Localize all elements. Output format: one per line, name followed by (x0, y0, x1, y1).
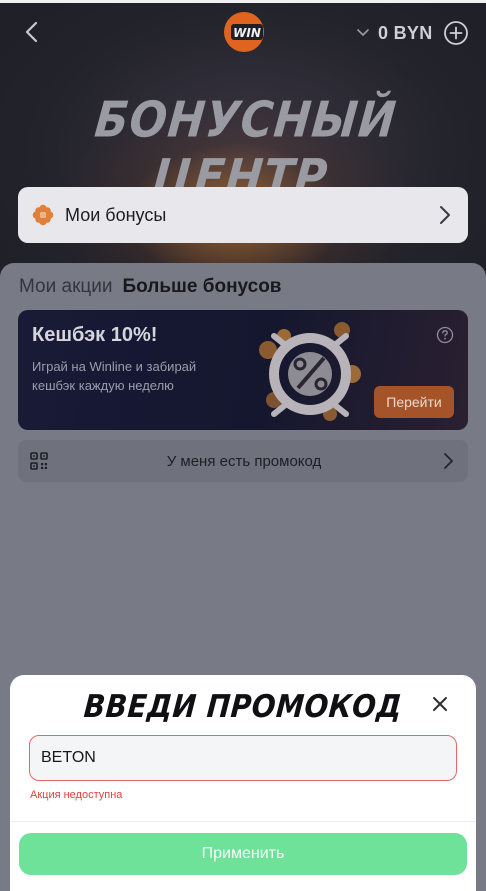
logo-text: WIN (233, 26, 261, 40)
promo-code-row-label: У меня есть промокод (166, 452, 322, 470)
promo-code-row[interactable]: У меня есть промокод (18, 440, 468, 482)
status-divider (0, 0, 486, 3)
balance-amount[interactable]: 0 BYN (378, 23, 433, 44)
error-message: Акция недоступна (30, 789, 123, 801)
go-button[interactable]: Перейти (374, 386, 454, 418)
tab-my-promotions[interactable]: Мои акции (19, 276, 113, 298)
winline-logo[interactable]: WIN (222, 10, 266, 54)
promo-code-input[interactable] (29, 735, 457, 781)
my-bonuses-label: Мои бонусы (65, 204, 167, 225)
tabs: Мои акции Больше бонусов (19, 276, 282, 298)
screen: WIN 0 BYN БОНУСНЫЙ ЦЕНТР Мои бонусы Мои … (0, 0, 486, 891)
question-circle-icon[interactable] (436, 326, 454, 344)
promo-card-description: Играй на Winline и забирай кешбэк каждую… (32, 359, 197, 393)
cashback-promo-card[interactable]: Кешбэк 10%! Играй на Winline и забирай к… (18, 310, 468, 430)
my-bonuses-button[interactable]: Мои бонусы (18, 187, 468, 243)
chevron-right-icon (440, 206, 450, 224)
chevron-left-icon[interactable] (18, 18, 46, 46)
balance-selector[interactable]: 0 BYN (356, 20, 469, 46)
promo-card-title: Кешбэк 10%! (32, 324, 158, 346)
close-icon[interactable] (430, 694, 450, 714)
chevron-right-icon (444, 453, 453, 469)
sheet-title: ВВЕДИ ПРОМОКОД (82, 688, 404, 725)
qr-code-icon (30, 452, 48, 470)
tab-more-bonuses[interactable]: Больше бонусов (123, 276, 282, 298)
sheet-divider (10, 821, 476, 822)
apply-button[interactable]: Применить (19, 833, 467, 875)
chevron-down-icon[interactable] (356, 26, 370, 40)
flower-icon (32, 204, 54, 226)
cashback-illustration (259, 322, 361, 421)
plus-circle-icon[interactable] (443, 20, 469, 46)
